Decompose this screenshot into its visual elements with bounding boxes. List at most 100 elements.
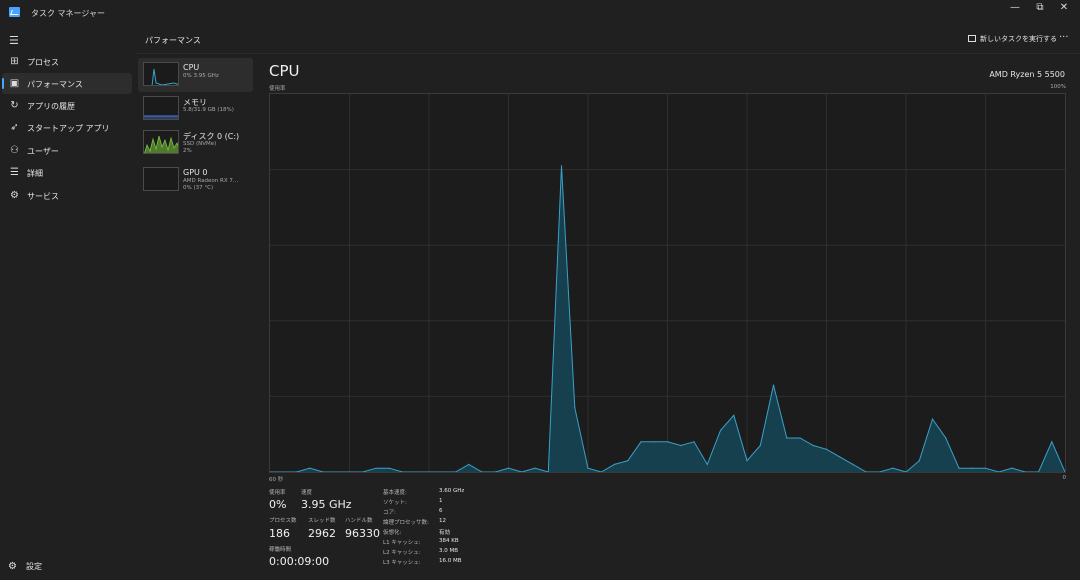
resource-detail: 2% [183, 148, 192, 154]
cpu-usage-point [693, 441, 695, 443]
resource-detail: SSD (NVMe) [183, 141, 217, 147]
gpu-thumbnail-graph [143, 167, 179, 191]
spec-value: 3.60 GHz [439, 488, 465, 494]
usage-label: 使用率 [269, 490, 286, 496]
resource-detail: 0% (37 °C) [183, 185, 214, 191]
spec-label: ソケット: [383, 500, 407, 506]
cpu-usage-point [534, 467, 536, 469]
cpu-thumbnail-graph [143, 62, 179, 86]
nav-item-label: サービス [27, 192, 59, 201]
cpu-usage-point [560, 165, 563, 167]
processes-icon: ⊞ [10, 56, 19, 67]
startup-icon: ➶ [10, 122, 19, 133]
performance-icon: ▣ [9, 78, 20, 89]
cpu-usage-point [282, 471, 284, 473]
run-task-label: 新しいタスクを実行する [980, 35, 1057, 43]
resource-item-memory[interactable]: メモリ 5.8/31.9 GB (18%) [138, 92, 253, 126]
title-bar: タスク マネージャー — ⧉ ✕ [0, 0, 1080, 26]
threads-value: 2962 [308, 527, 336, 540]
cpu-usage-point [653, 441, 655, 443]
resource-item-cpu[interactable]: CPU 0% 3.95 GHz [138, 58, 253, 92]
resource-item-gpu[interactable]: GPU 0 AMD Radeon RX 7... 0% (37 °C) [138, 163, 253, 197]
nav-item-startup-apps[interactable]: ➶ スタートアップ アプリ [2, 117, 132, 138]
cpu-usage-point [587, 467, 589, 469]
services-icon: ⚙ [10, 190, 19, 201]
handles-label: ハンドル数 [345, 518, 373, 524]
speed-label: 速度 [301, 490, 313, 496]
cpu-usage-point [971, 467, 973, 469]
cpu-usage-point [892, 467, 894, 469]
x-axis-left-label: 60 秒 [269, 477, 284, 483]
memory-thumbnail-graph [143, 96, 179, 120]
resource-detail: 5.8/31.9 GB (18%) [183, 107, 234, 113]
nav-item-users[interactable]: ⚇ ユーザー [2, 140, 132, 161]
x-axis-right-label: 0 [1062, 475, 1067, 481]
nav-item-details[interactable]: ☰ 詳細 [2, 162, 132, 183]
cpu-usage-point [574, 407, 576, 409]
cpu-usage-point [931, 418, 934, 420]
cpu-usage-point [507, 467, 510, 469]
resource-name: GPU 0 [183, 168, 208, 177]
spec-label: L3 キャッシュ: [383, 560, 421, 566]
processes-label: プロセス数 [269, 518, 297, 524]
nav-item-label: 詳細 [27, 169, 43, 178]
spec-value: 384 KB [439, 538, 459, 544]
cpu-usage-point [309, 467, 311, 469]
cpu-usage-point [640, 441, 642, 443]
handles-value: 96330 [345, 527, 380, 540]
cpu-usage-point [613, 463, 616, 465]
resource-detail: 0% 3.95 GHz [183, 73, 219, 79]
cpu-model: AMD Ryzen 5 5500 [989, 70, 1065, 79]
spec-value: 6 [439, 508, 443, 514]
y-axis-max-label: 100% [1050, 84, 1066, 90]
minimize-button[interactable]: — [1003, 3, 1027, 15]
spec-value: 12 [439, 518, 446, 524]
cpu-usage-point [627, 460, 629, 462]
cpu-usage-point [388, 467, 390, 469]
maximize-button[interactable]: ⧉ [1028, 3, 1052, 15]
spec-value: 3.0 MB [439, 548, 459, 554]
cpu-usage-point [415, 471, 417, 473]
spec-value: 1 [439, 498, 443, 504]
task-manager-icon [9, 7, 20, 17]
uptime-label: 稼働時間 [269, 547, 292, 553]
nav-item-performance[interactable]: ▣ パフォーマンス [2, 73, 132, 94]
nav-item-services[interactable]: ⚙ サービス [2, 185, 132, 206]
nav-item-label: アプリの履歴 [27, 102, 75, 111]
details-icon: ☰ [10, 167, 19, 178]
close-button[interactable]: ✕ [1052, 3, 1076, 15]
cpu-usage-point [746, 460, 748, 462]
nav-item-label: ユーザー [27, 147, 59, 156]
spec-value: 16.0 MB [439, 558, 462, 564]
cpu-usage-point [786, 437, 788, 439]
nav-item-processes[interactable]: ⊞ プロセス [2, 51, 132, 72]
hamburger-menu-icon[interactable]: ☰ [9, 34, 19, 47]
header-divider [135, 53, 1080, 54]
cpu-usage-point [945, 437, 947, 439]
navigation-pane: ☰ ⊞ プロセス ▣ パフォーマンス ↻ アプリの履歴 ➶ スタートアップ アプ… [0, 26, 135, 580]
page-title: パフォーマンス [145, 36, 201, 45]
run-new-task-button[interactable]: 新しいタスクを実行する [968, 34, 1057, 44]
cpu-usage-point [1051, 441, 1053, 443]
users-icon: ⚇ [10, 145, 19, 156]
resource-item-disk[interactable]: ディスク 0 (C:) SSD (NVMe) 2% [138, 126, 253, 160]
detail-title: CPU [269, 62, 300, 80]
window-title: タスク マネージャー [31, 9, 105, 18]
cpu-usage-point [772, 384, 775, 386]
nav-item-app-history[interactable]: ↻ アプリの履歴 [2, 95, 132, 116]
cpu-usage-point [799, 437, 801, 439]
cpu-usage-point [839, 456, 841, 458]
cpu-usage-point [335, 471, 337, 473]
resource-name: CPU [183, 63, 200, 72]
cpu-usage-point [719, 429, 722, 431]
cpu-usage-point [958, 467, 960, 469]
cpu-usage-point [375, 467, 377, 469]
cpu-usage-point [680, 444, 682, 447]
usage-value: 0% [269, 498, 287, 511]
more-options-button[interactable]: ··· [1059, 32, 1069, 43]
cpu-usage-point [825, 448, 828, 450]
spec-label: L2 キャッシュ: [383, 550, 421, 556]
threads-label: スレッド数 [308, 518, 336, 524]
cpu-usage-point [759, 444, 761, 447]
settings-button[interactable]: ⚙ 設定 [8, 561, 42, 572]
